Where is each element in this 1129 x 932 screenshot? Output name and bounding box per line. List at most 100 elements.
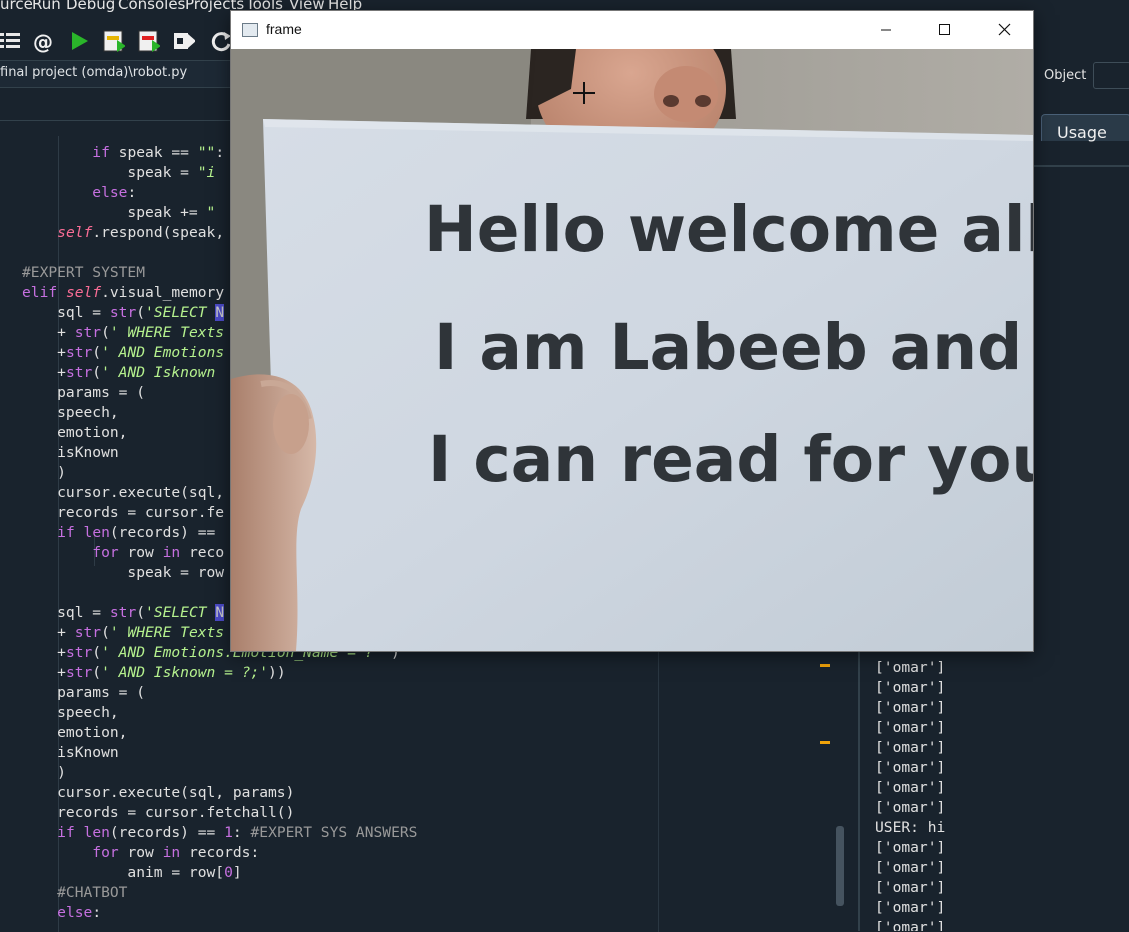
toolbar: @ <box>0 14 240 60</box>
code-token: ( <box>92 344 102 361</box>
code-token: speak = row <box>22 564 225 581</box>
code-token: emotion, <box>22 724 128 741</box>
code-token: ( <box>92 664 102 681</box>
list-icon[interactable] <box>0 31 22 53</box>
sign-line-2: I am Labeeb and <box>434 311 1023 384</box>
code-line: params = ( <box>22 383 145 403</box>
usage-tab-label: Usage <box>1057 123 1107 142</box>
console-line: ['omar'] <box>875 919 946 931</box>
window-icon <box>242 23 258 37</box>
run-icon[interactable] <box>68 30 90 52</box>
code-line: elif self.visual_memory <box>22 283 224 303</box>
code-token: " <box>206 204 225 221</box>
code-line: #CHATBOT <box>22 883 127 903</box>
code-token: : <box>127 184 137 201</box>
code-line: sql = str('SELECT N <box>22 303 225 323</box>
run-cell-icon[interactable] <box>103 30 125 52</box>
rerun-icon[interactable] <box>209 30 231 52</box>
code-line: #EXPERT SYSTEM <box>22 263 145 283</box>
code-token: ) <box>22 764 66 781</box>
code-token: .respond(speak, <box>92 224 225 241</box>
console-line: ['omar'] <box>875 879 946 896</box>
code-token: : <box>92 904 102 921</box>
code-token: isKnown <box>22 744 119 761</box>
run-cell-advance-icon[interactable] <box>138 30 160 52</box>
code-line: ) <box>22 463 66 483</box>
code-token: params = ( <box>22 684 146 701</box>
code-token: else <box>57 904 93 921</box>
frame-titlebar[interactable]: frame <box>231 11 1033 49</box>
console-line: USER: hi <box>875 819 946 836</box>
code-line: anim = row[0] <box>22 863 241 883</box>
minimize-icon[interactable] <box>863 11 909 49</box>
code-token: sql = <box>22 304 110 321</box>
code-token: speak == <box>109 144 198 161</box>
menu-debug[interactable]: Debug <box>66 0 115 13</box>
code-line: if len(records) == 1: #EXPERT SYS ANSWER… <box>22 823 417 843</box>
code-line: +str(' AND Isknown <box>22 363 224 383</box>
code-token: for <box>92 544 119 561</box>
code-token: + <box>22 644 66 661</box>
sign-line-1: Hello welcome all <box>424 193 1033 266</box>
code-token: "i <box>197 164 225 181</box>
code-token: + <box>22 664 66 681</box>
editor-scrollbar-thumb[interactable] <box>836 826 844 906</box>
code-token: in <box>162 844 181 861</box>
console-line: ['omar'] <box>875 839 946 856</box>
code-token: anim = row[ <box>22 864 225 881</box>
object-input[interactable] <box>1093 62 1129 89</box>
console-line: ['omar'] <box>875 899 946 916</box>
code-token: row <box>118 544 163 561</box>
code-line: + str(' WHERE Texts <box>22 623 224 643</box>
code-token: )) <box>268 664 286 681</box>
menu-source[interactable]: urce <box>0 0 33 13</box>
code-token: str <box>65 664 93 681</box>
console-line: ['omar'] <box>875 739 946 756</box>
code-token: speech, <box>22 404 119 421</box>
code-line: speech, <box>22 703 119 723</box>
code-token: + <box>22 364 66 381</box>
code-token: cursor.execute(sql, <box>22 484 225 501</box>
code-line: for row in records: <box>22 843 259 863</box>
maximize-icon[interactable] <box>921 11 967 49</box>
code-token: str <box>65 344 93 361</box>
code-line: speech, <box>22 403 119 423</box>
code-line: else: <box>22 183 136 203</box>
code-token: #EXPERT SYS ANSWERS <box>250 824 418 841</box>
code-line: + str(' WHERE Texts <box>22 323 224 343</box>
menu-consoles[interactable]: Consoles <box>118 0 185 13</box>
run-selection-icon[interactable] <box>173 30 195 52</box>
usage-tab[interactable]: Usage <box>1041 114 1129 142</box>
frame-window[interactable]: frame Hello welcome all I am Labeeb and … <box>231 11 1033 651</box>
code-token: elif <box>22 284 58 301</box>
code-token: str <box>109 604 137 621</box>
code-line: isKnown <box>22 743 119 763</box>
code-token: len <box>83 524 110 541</box>
at-icon[interactable]: @ <box>33 30 53 54</box>
code-line: records = cursor.fe <box>22 503 224 523</box>
code-token: #EXPERT SYSTEM <box>22 264 146 281</box>
code-token: : <box>215 144 225 161</box>
console-line: ['omar'] <box>875 779 946 796</box>
code-token: if <box>57 824 75 841</box>
code-token: ' WHERE Texts <box>109 624 225 641</box>
code-token: str <box>74 324 102 341</box>
code-token: str <box>65 364 93 381</box>
code-token: for <box>92 844 119 861</box>
menu-run[interactable]: Run <box>32 0 61 13</box>
code-line: +str(' AND Isknown = ?;')) <box>22 663 286 683</box>
code-token: .visual_memory <box>101 284 225 301</box>
close-icon[interactable] <box>981 11 1027 49</box>
code-token: records = cursor.fe <box>22 504 225 521</box>
file-path: final project (omda)\robot.py <box>0 65 188 80</box>
code-token: + <box>22 324 75 341</box>
pane-divider <box>1033 165 1129 167</box>
